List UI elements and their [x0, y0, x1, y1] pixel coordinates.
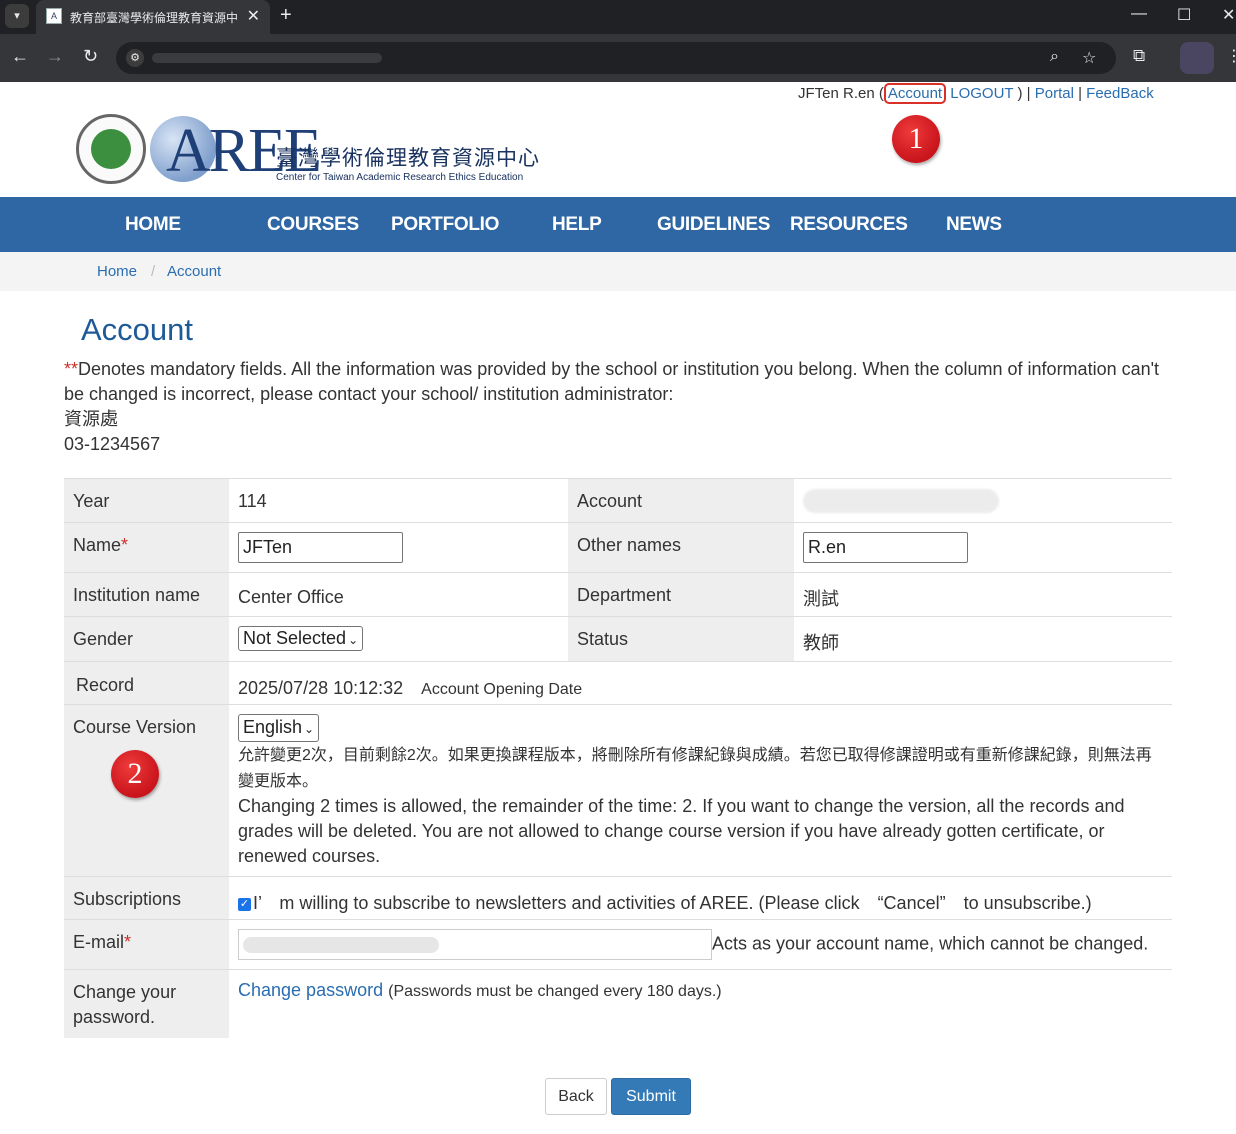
breadcrumb-current[interactable]: Account: [167, 263, 221, 280]
account-label: Account: [568, 478, 794, 523]
back-arrow-icon[interactable]: ←: [11, 46, 29, 67]
subscribe-checkbox[interactable]: ✓: [238, 898, 251, 911]
change-password-link[interactable]: Change password: [238, 980, 383, 1000]
nav-news[interactable]: NEWS: [946, 214, 1002, 236]
gender-selected-value: Not Selected: [243, 628, 347, 648]
user-bar: JFTen R.en (Account LOGOUT ) | Portal | …: [798, 83, 1154, 104]
feedback-link[interactable]: FeedBack: [1086, 85, 1154, 102]
logo-chinese-name: 臺灣學術倫理教育資源中心: [276, 147, 540, 170]
submit-button[interactable]: Submit: [611, 1078, 691, 1115]
name-input[interactable]: [238, 532, 403, 563]
nav-guidelines[interactable]: GUIDELINES: [657, 214, 770, 236]
record-note: Account Opening Date: [421, 681, 583, 698]
other-names-label: Other names: [568, 522, 794, 573]
reload-icon[interactable]: ↻: [83, 46, 98, 67]
nav-portfolio[interactable]: PORTFOLIO: [391, 214, 499, 236]
status-label: Status: [568, 616, 794, 662]
tab-close-icon[interactable]: ✕: [247, 6, 260, 26]
contact-phone: 03-1234567: [64, 434, 161, 454]
institution-value: Center Office: [229, 572, 568, 617]
profile-avatar[interactable]: [1180, 42, 1214, 74]
main-navigation: HOME COURSES PORTFOLIO HELP GUIDELINES R…: [0, 197, 1236, 252]
other-names-input[interactable]: [803, 532, 968, 563]
nav-home[interactable]: HOME: [125, 214, 181, 236]
contact-unit: 資源處: [64, 409, 118, 429]
department-value: 測試: [794, 572, 1172, 617]
account-form-table: Year 114 Account Name* Other names Insti…: [64, 478, 1172, 1038]
tab-search-button[interactable]: ▾: [5, 4, 29, 28]
annotation-marker-2: 2: [111, 750, 159, 798]
department-label: Department: [568, 572, 794, 617]
email-field[interactable]: [238, 929, 712, 960]
course-version-selected: English: [243, 717, 303, 737]
maximize-button[interactable]: ☐: [1177, 5, 1191, 25]
notice-text: Denotes mandatory fields. All the inform…: [64, 359, 1160, 404]
email-note: Acts as your account name, which cannot …: [712, 933, 1149, 954]
browser-menu-icon[interactable]: ⋮: [1226, 46, 1236, 66]
name-label: Name: [73, 535, 122, 555]
portal-link[interactable]: Portal: [1035, 85, 1074, 102]
year-label: Year: [64, 478, 229, 523]
breadcrumb-home[interactable]: Home: [97, 263, 137, 280]
name-label-cell: Name*: [64, 522, 229, 573]
mandatory-notice: **Denotes mandatory fields. All the info…: [64, 357, 1164, 457]
required-mark: *: [124, 932, 132, 952]
browser-tab[interactable]: A 教育部臺灣學術倫理教育資源中 ✕: [36, 0, 270, 34]
nav-courses[interactable]: COURSES: [267, 214, 359, 236]
zoom-icon[interactable]: ⌕: [1050, 48, 1059, 66]
browser-toolbar: ← → ↻ ⚙ ⌕ ☆ ⧉ ⋮: [0, 34, 1236, 82]
required-stars: **: [64, 359, 79, 379]
account-link[interactable]: Account: [883, 83, 947, 104]
course-version-note-en: Changing 2 times is allowed, the remaind…: [238, 796, 1125, 866]
email-label-cell: E-mail*: [64, 919, 229, 970]
breadcrumb: Home / Account: [0, 252, 1236, 291]
address-bar[interactable]: ⚙ ⌕ ☆: [116, 42, 1116, 74]
browser-tab-strip: ▾ A 教育部臺灣學術倫理教育資源中 ✕ + — ☐ ✕: [0, 0, 1236, 34]
logout-link[interactable]: LOGOUT: [950, 85, 1013, 102]
course-version-note-zh: 允許變更2次，目前剩餘2次。如果更換課程版本，將刪除所有修課紀錄與成績。若您已取…: [238, 747, 1152, 790]
bookmark-star-icon[interactable]: ☆: [1082, 48, 1096, 68]
site-favicon-icon: A: [46, 8, 62, 24]
annotation-marker-1: 1: [892, 115, 940, 163]
account-value-redacted: [803, 489, 999, 513]
ministry-of-education-seal: [76, 114, 146, 184]
extensions-icon[interactable]: ⧉: [1133, 46, 1145, 66]
new-tab-button[interactable]: +: [280, 4, 292, 27]
nav-resources[interactable]: RESOURCES: [790, 214, 908, 236]
seal-center-icon: [91, 129, 131, 169]
record-label: Record: [64, 661, 229, 705]
gender-label: Gender: [64, 616, 229, 662]
userbar-separator: ) |: [1017, 85, 1031, 102]
minimize-button[interactable]: —: [1131, 5, 1147, 23]
chevron-down-icon: ⌄: [348, 633, 359, 647]
url-text: [152, 53, 382, 63]
year-value: 114: [229, 478, 568, 523]
gender-select[interactable]: Not Selected ⌄: [238, 626, 364, 651]
breadcrumb-separator: /: [151, 263, 156, 280]
userbar-separator: |: [1078, 85, 1082, 102]
password-label: Change your password.: [64, 969, 229, 1038]
tab-title: 教育部臺灣學術倫理教育資源中: [70, 11, 239, 25]
subscriptions-text: I’ m willing to subscribe to newsletters…: [253, 893, 1092, 913]
logo-english-name: Center for Taiwan Academic Research Ethi…: [276, 172, 524, 183]
institution-label: Institution name: [64, 572, 229, 617]
forward-arrow-icon[interactable]: →: [46, 46, 64, 67]
user-name: JFTen R.en (: [798, 85, 884, 102]
email-label: E-mail: [73, 932, 125, 952]
subscriptions-label: Subscriptions: [64, 876, 229, 920]
close-window-button[interactable]: ✕: [1222, 5, 1235, 25]
record-value: 2025/07/28 10:12:32: [238, 678, 404, 698]
nav-help[interactable]: HELP: [552, 214, 602, 236]
site-info-icon[interactable]: ⚙: [126, 49, 144, 67]
course-version-select[interactable]: English ⌄: [238, 714, 320, 742]
back-button[interactable]: Back: [545, 1078, 607, 1115]
required-mark: *: [121, 535, 129, 555]
page-title: Account: [81, 312, 194, 347]
email-value-redacted: [243, 937, 439, 953]
status-value: 教師: [794, 616, 1172, 662]
chevron-down-icon: ⌄: [304, 722, 315, 736]
password-note: (Passwords must be changed every 180 day…: [388, 983, 722, 1000]
